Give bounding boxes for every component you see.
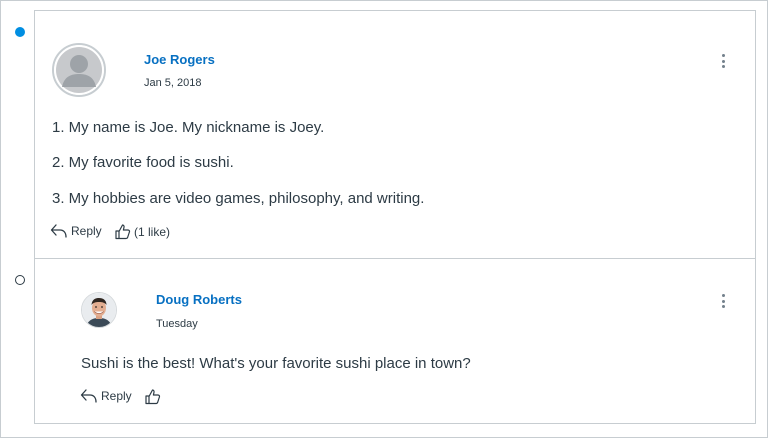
read-dot-icon[interactable] (15, 275, 25, 285)
author-link[interactable]: Joe Rogers (144, 52, 215, 67)
reply-arrow-icon (50, 224, 67, 238)
user-avatar[interactable] (81, 292, 117, 328)
reply-text: Sushi is the best! What's your favorite … (81, 355, 471, 372)
reply-button[interactable]: Reply (50, 223, 102, 239)
post-date: Jan 5, 2018 (144, 77, 202, 89)
reply-button[interactable]: Reply (80, 388, 132, 404)
reply-label: Reply (71, 224, 102, 238)
kebab-menu-icon[interactable] (717, 51, 729, 71)
author-link[interactable]: Doug Roberts (156, 292, 242, 307)
unread-dot-icon[interactable] (15, 27, 25, 37)
post-line-1: 1. My name is Joe. My nickname is Joey. (52, 119, 325, 136)
like-button[interactable] (144, 388, 161, 405)
reply-label: Reply (101, 389, 132, 403)
post-line-3: 3. My hobbies are video games, philosoph… (52, 190, 425, 207)
kebab-menu-icon[interactable] (717, 291, 729, 311)
entry-divider (34, 258, 756, 259)
default-avatar-icon[interactable] (52, 43, 106, 97)
post-line-2: 2. My favorite food is sushi. (52, 154, 234, 171)
post-date: Tuesday (156, 318, 198, 330)
reply-arrow-icon (80, 389, 97, 403)
thumbs-up-icon (145, 389, 161, 405)
like-count: (1 like) (134, 224, 171, 239)
thumbs-up-icon (115, 224, 131, 240)
like-button[interactable]: (1 like) (114, 223, 170, 240)
